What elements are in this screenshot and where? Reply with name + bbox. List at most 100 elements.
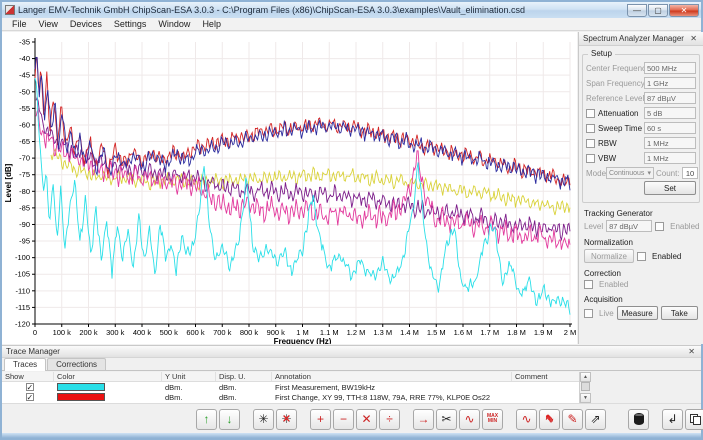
column-header-y-unit[interactable]: Y Unit	[162, 372, 216, 381]
annotate-button[interactable]: ✎	[562, 409, 583, 430]
trace-manager-title: Trace Manager	[6, 347, 686, 356]
menu-item-view[interactable]: View	[33, 19, 64, 29]
title-bar: Langer EMV-Technik GmbH ChipScan-ESA 3.0…	[2, 2, 701, 18]
live-label: Live	[599, 309, 614, 318]
mode-value: Continuous	[609, 168, 644, 178]
attenuation-label: Attenuation	[598, 109, 644, 118]
sweep-time-checkbox[interactable]	[586, 124, 595, 133]
sweep-time-field[interactable]: 60 s	[644, 122, 696, 134]
table-row[interactable]: ✓dBm.dBm.First Measurement, BW19kHz	[2, 382, 590, 392]
subtract-traces-button[interactable]: −	[333, 409, 354, 430]
setup-field-row: Sweep Time60 s	[586, 122, 696, 134]
scroll-up-icon[interactable]: ▲	[580, 372, 591, 382]
attenuation-field[interactable]: 5 dB	[644, 107, 696, 119]
svg-text:-115: -115	[16, 303, 30, 312]
column-header-disp-u-[interactable]: Disp. U.	[216, 372, 272, 381]
svg-text:1.8 M: 1.8 M	[507, 328, 526, 337]
correction-enabled-checkbox[interactable]	[584, 280, 593, 289]
show-trace-checkbox[interactable]: ✓	[26, 383, 34, 391]
copy-trace-button[interactable]	[685, 409, 703, 430]
trace-manager-panel: Trace Manager ✕ TracesCorrections ShowCo…	[2, 345, 701, 403]
sweep-time-label: Sweep Time	[598, 124, 644, 133]
x-axis-label: Frequency (Hz)	[274, 337, 332, 344]
mode-label: Mode	[586, 169, 606, 178]
svg-text:600 k: 600 k	[186, 328, 205, 337]
span-frequency-label: Span Frequency	[586, 79, 644, 88]
rbw-field[interactable]: 1 MHz	[644, 137, 696, 149]
correction-title: Correction	[584, 269, 698, 278]
import-button[interactable]: ↲	[662, 409, 683, 430]
trace-manager-close-icon[interactable]: ✕	[686, 347, 697, 356]
set-button[interactable]: Set	[644, 181, 696, 195]
center-frequency-label: Center Frequency	[586, 64, 644, 73]
normalize-button[interactable]: Normalize	[584, 249, 634, 263]
tab-traces[interactable]: Traces	[4, 358, 46, 371]
svg-text:0: 0	[33, 328, 37, 337]
vbw-field[interactable]: 1 MHz	[644, 152, 696, 164]
app-icon	[5, 5, 15, 15]
maximize-button[interactable]: ▢	[648, 4, 668, 17]
rbw-checkbox[interactable]	[586, 139, 595, 148]
trace-display-unit: dBm.	[216, 393, 272, 402]
shift-trace-button[interactable]: →	[413, 409, 434, 430]
vbw-checkbox[interactable]	[586, 154, 595, 163]
normalization-enabled-checkbox[interactable]	[637, 252, 646, 261]
trace-color-swatch[interactable]	[57, 383, 105, 391]
center-frequency-field[interactable]: 500 MHz	[644, 62, 696, 74]
trace-view-button[interactable]: ∿	[516, 409, 537, 430]
menu-item-window[interactable]: Window	[152, 19, 196, 29]
column-header-annotation[interactable]: Annotation	[272, 372, 512, 381]
cut-trace-button[interactable]: ✂	[436, 409, 457, 430]
close-button[interactable]: ✕	[669, 4, 699, 17]
multiply-traces-button[interactable]: ✕	[356, 409, 377, 430]
window-bottom-edge	[2, 433, 701, 438]
menu-item-settings[interactable]: Settings	[108, 19, 153, 29]
y-axis-label: Level [dB]	[4, 163, 13, 202]
trace-manager-tabs: TracesCorrections	[2, 358, 701, 371]
delete-trace-button[interactable]	[628, 409, 649, 430]
tg-enabled-label: Enabled	[670, 222, 699, 231]
attenuation-checkbox[interactable]	[586, 109, 595, 118]
export-button[interactable]: ⇗	[585, 409, 606, 430]
move-trace-down-button[interactable]: ↓	[219, 409, 240, 430]
svg-text:1.9 M: 1.9 M	[534, 328, 553, 337]
autoscale-off-button[interactable]: ✳✕	[276, 409, 297, 430]
move-trace-up-button[interactable]: ↑	[196, 409, 217, 430]
mode-select[interactable]: Continuous▾	[606, 167, 654, 179]
svg-text:700 k: 700 k	[213, 328, 232, 337]
table-scrollbar[interactable]: ▲ ▼	[579, 372, 591, 403]
scroll-thumb[interactable]	[581, 382, 590, 391]
divide-traces-button[interactable]: ÷	[379, 409, 400, 430]
chart-area[interactable]: 0100 k200 k300 k400 k500 k600 k700 k800 …	[2, 32, 577, 344]
tg-enabled-checkbox[interactable]	[655, 222, 664, 231]
reference-level-field[interactable]: 87 dBµV	[644, 92, 696, 104]
tab-corrections[interactable]: Corrections	[47, 358, 106, 370]
svg-text:-70: -70	[19, 154, 30, 163]
autoscale-button[interactable]: ✳	[253, 409, 274, 430]
panel-close-icon[interactable]: ✕	[688, 34, 699, 43]
tg-level-field[interactable]: 87 dBµV	[606, 220, 652, 232]
peak-search-button[interactable]: ∿	[459, 409, 480, 430]
svg-text:1.2 M: 1.2 M	[347, 328, 366, 337]
svg-text:300 k: 300 k	[106, 328, 125, 337]
menu-item-help[interactable]: Help	[196, 19, 227, 29]
svg-text:-65: -65	[19, 137, 30, 146]
max-min-button[interactable]: MAXMIN	[482, 409, 503, 430]
live-checkbox[interactable]	[584, 309, 593, 318]
span-frequency-field[interactable]: 1 GHz	[644, 77, 696, 89]
menu-item-file[interactable]: File	[6, 19, 33, 29]
trace-color-swatch[interactable]	[57, 393, 105, 401]
svg-text:800 k: 800 k	[240, 328, 259, 337]
menu-item-devices[interactable]: Devices	[64, 19, 108, 29]
show-trace-checkbox[interactable]: ✓	[26, 393, 34, 401]
trace-edit-button[interactable]: ∿✎	[539, 409, 560, 430]
take-button[interactable]: Take	[661, 306, 698, 320]
measure-button[interactable]: Measure	[617, 306, 658, 320]
column-header-color[interactable]: Color	[54, 372, 162, 381]
scroll-down-icon[interactable]: ▼	[580, 393, 591, 403]
table-row[interactable]: ✓dBm.dBm.First Change, XY 99, TTH:8 118W…	[2, 392, 590, 402]
add-traces-button[interactable]: +	[310, 409, 331, 430]
count-input[interactable]: 10	[682, 167, 698, 179]
column-header-show[interactable]: Show	[2, 372, 54, 381]
minimize-button[interactable]: —	[627, 4, 647, 17]
